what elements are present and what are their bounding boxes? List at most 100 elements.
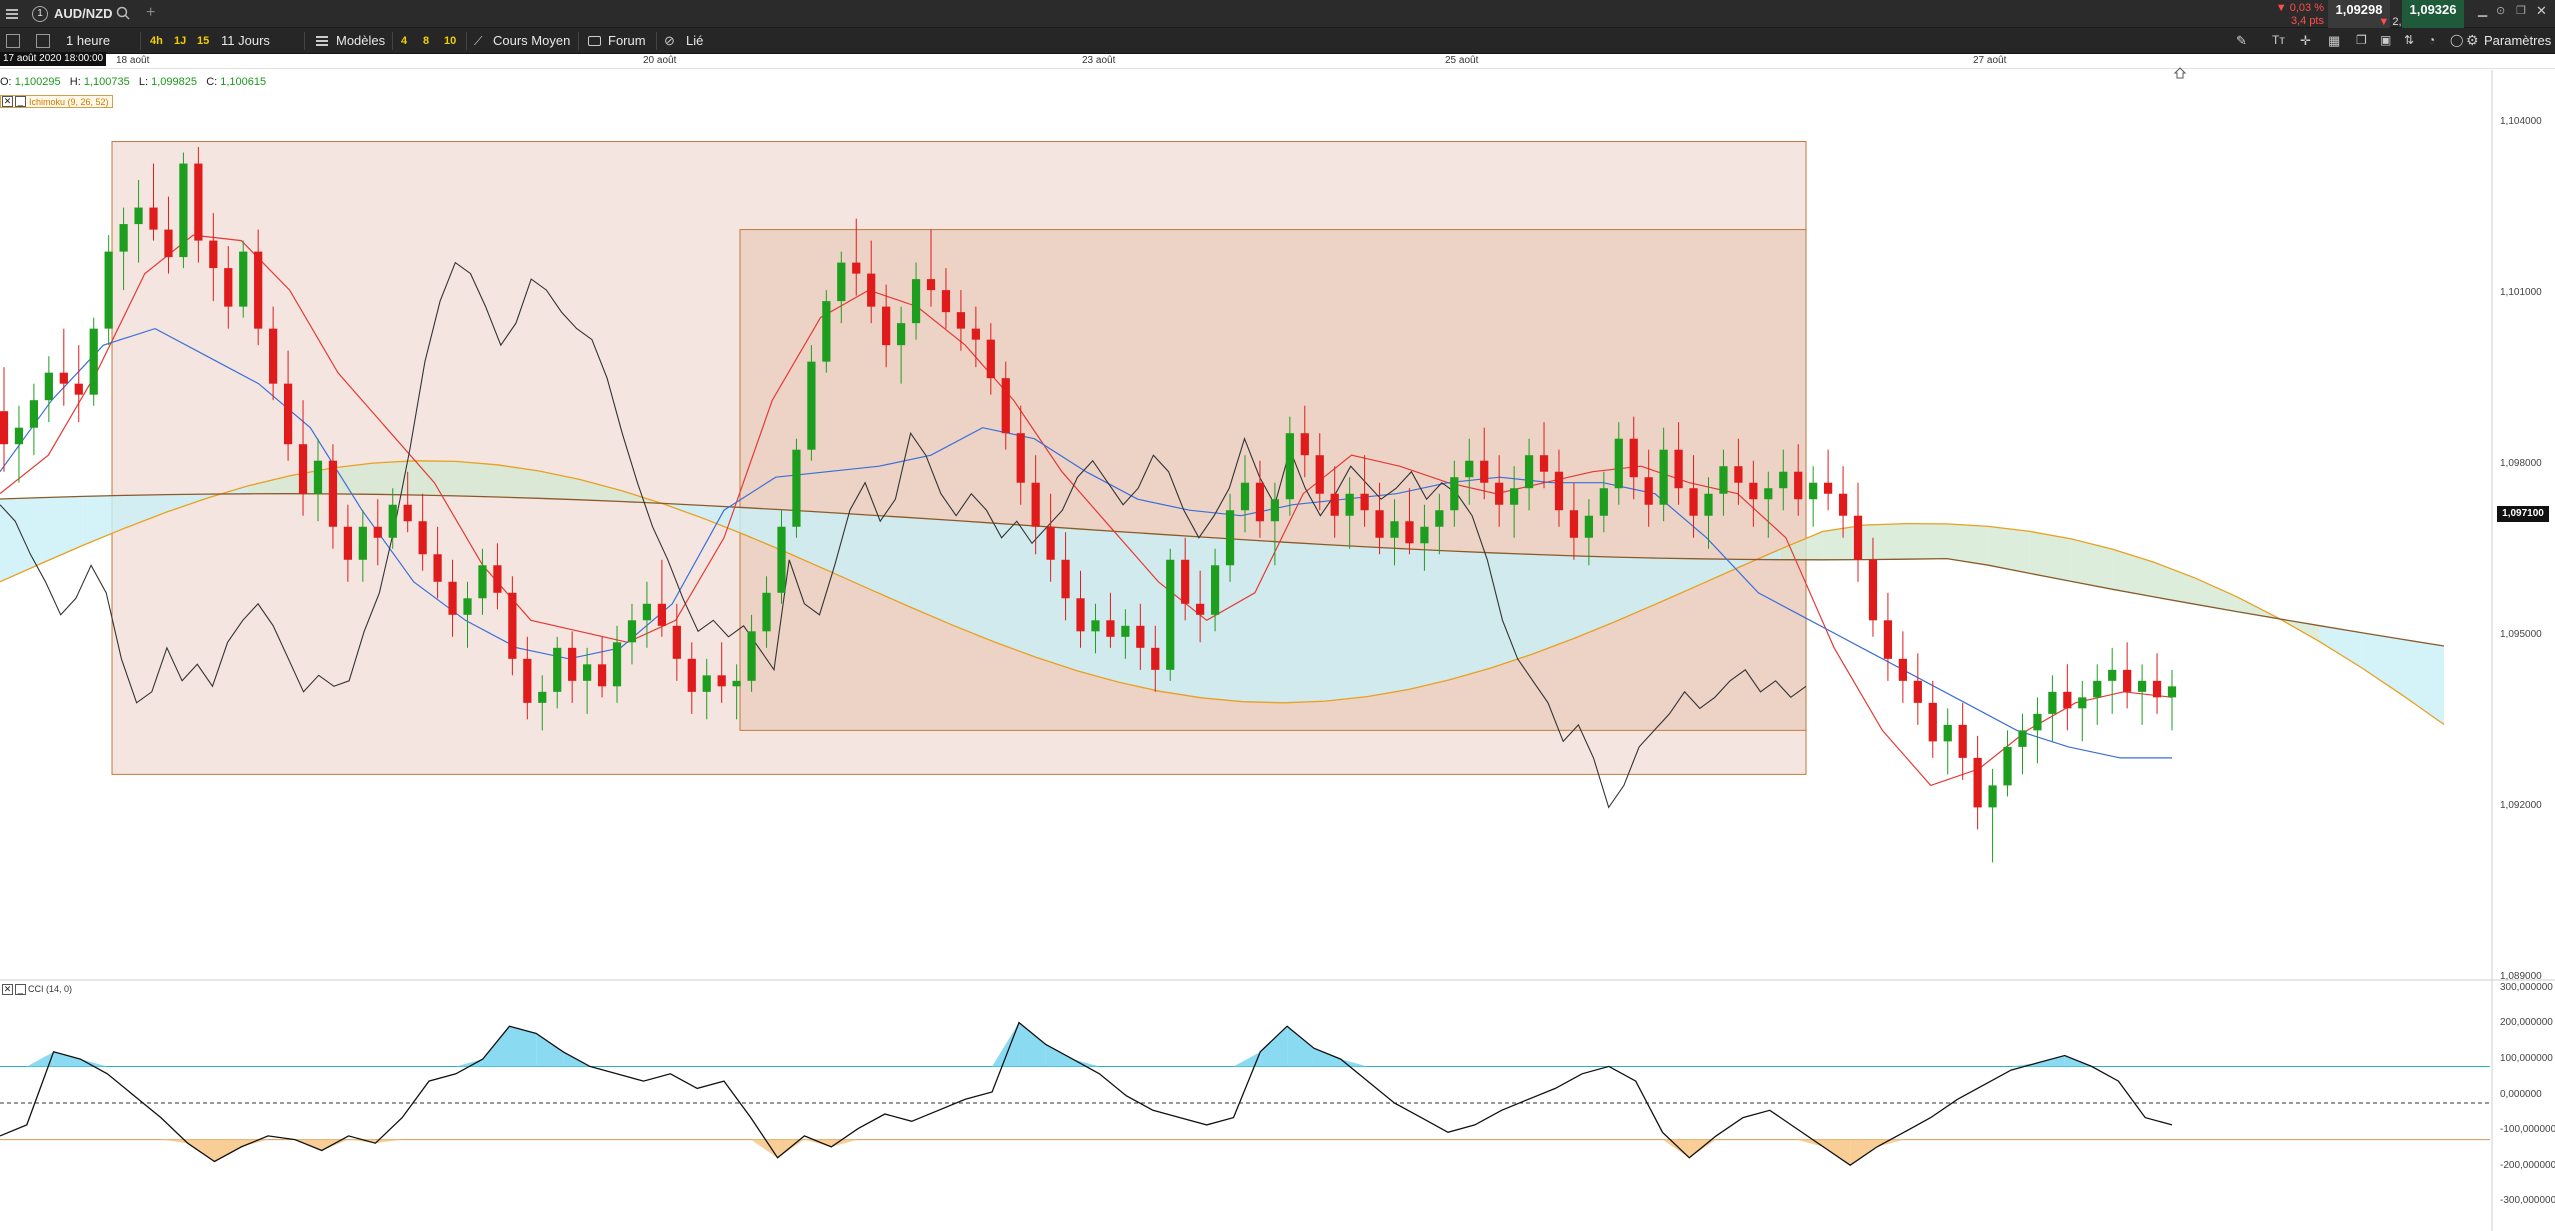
candle-body — [657, 603, 666, 626]
candle-body — [882, 306, 891, 346]
candle-body — [1300, 433, 1309, 456]
candle-body — [1883, 620, 1893, 659]
cci-oversold-fill — [831, 1139, 859, 1147]
candle-body — [1809, 482, 1818, 500]
last-price-marker: 1,097100 — [2497, 506, 2549, 522]
candle-body — [418, 521, 427, 555]
candle-body — [597, 664, 607, 687]
candle-body — [254, 251, 263, 329]
price-axis-label: 1,095000 — [2500, 629, 2542, 640]
cci-axis-label: 100,000000 — [2500, 1053, 2553, 1064]
ichimoku-minimize-icon[interactable]: _ — [15, 96, 26, 107]
candle-body — [717, 675, 726, 687]
candle-body — [2003, 746, 2012, 786]
cloud-segment — [2361, 632, 2403, 696]
candle-body — [1838, 493, 1848, 516]
cloud-segment — [2402, 639, 2444, 725]
candle-body — [941, 290, 951, 313]
candle-body — [1450, 477, 1459, 511]
highlight-rectangles — [111, 141, 1807, 775]
candle-body — [1016, 433, 1025, 483]
cci-oversold-fill — [214, 1139, 242, 1162]
cci-overbought-fill — [1233, 1051, 1261, 1067]
candle-body — [44, 372, 53, 401]
cci-minimize-icon[interactable]: _ — [15, 984, 26, 995]
close-label: C: — [206, 76, 218, 88]
ichimoku-close-icon[interactable]: ✕ — [2, 96, 13, 107]
candle-body — [508, 592, 517, 659]
candle-body — [523, 658, 532, 703]
candle-body — [2063, 691, 2072, 709]
candle-body — [1659, 449, 1668, 505]
candle-body — [463, 598, 472, 615]
candle-body — [1973, 757, 1982, 808]
candle-body — [269, 328, 278, 384]
cloud-segment — [1864, 523, 1906, 560]
candle-body — [1913, 680, 1922, 703]
candle-body — [1106, 620, 1115, 637]
candle-body — [1151, 647, 1160, 670]
candle-body — [0, 411, 9, 445]
candle-body — [672, 625, 681, 659]
cci-overbought-fill — [53, 1051, 81, 1067]
candle-body — [433, 554, 442, 582]
candle-body — [388, 504, 397, 538]
candle-body — [2167, 686, 2177, 698]
candle-body — [1928, 702, 1937, 742]
price-axis-label: 1,092000 — [2500, 800, 2542, 811]
candle-body — [867, 273, 876, 307]
candle-body — [1121, 625, 1130, 637]
cci-close-icon[interactable]: ✕ — [2, 984, 13, 995]
candle-body — [747, 631, 756, 681]
cci-overbought-fill — [1018, 1022, 1046, 1067]
candle-body — [1823, 482, 1833, 494]
cci-oversold-fill — [1662, 1139, 1690, 1158]
candle-body — [1345, 493, 1354, 516]
candle-body — [1898, 658, 1907, 681]
candle-body — [1136, 625, 1145, 648]
candle-body — [358, 526, 367, 560]
open-value: 1,100295 — [14, 76, 61, 88]
cloud-segment — [1532, 554, 1575, 654]
candle-body — [1360, 493, 1369, 511]
cci-overbought-fill — [1287, 1026, 1314, 1067]
candle-body — [1420, 526, 1429, 544]
candle-body — [2108, 669, 2117, 681]
cloud-segment — [2071, 538, 2113, 590]
cci-overbought-fill — [482, 1026, 510, 1067]
candle-body — [1001, 378, 1010, 434]
candle-body — [1061, 559, 1070, 599]
cci-overbought-fill — [455, 1059, 483, 1067]
candle-body — [194, 163, 203, 241]
candle-body — [1794, 471, 1803, 500]
cci-overbought-fill — [1072, 1059, 1100, 1067]
candle-body — [1270, 499, 1280, 522]
candle-body — [2033, 713, 2042, 731]
candle-body — [911, 279, 921, 324]
low-label: L: — [138, 76, 149, 88]
cloud-segment — [911, 517, 953, 626]
cci-overbought-fill — [80, 1059, 108, 1067]
cloud-segment — [2195, 578, 2237, 612]
candle-body — [119, 224, 128, 252]
candle-body — [837, 262, 846, 302]
price-axis-label: 1,089000 — [2500, 971, 2542, 982]
cci-overbought-fill — [1260, 1026, 1288, 1067]
candle-body — [807, 361, 816, 450]
trading-chart-app: 1 AUD/NZD + ▼ 0,03 % 3,4 pts 1,09298 ▼ 2… — [0, 0, 2555, 1231]
cloud-segment — [41, 496, 83, 564]
candle-body — [1734, 466, 1743, 483]
chart-canvas[interactable] — [0, 0, 2555, 1231]
candle-body — [822, 301, 831, 362]
candle-body — [328, 460, 338, 527]
candle-body — [1614, 438, 1623, 489]
cci-axis-label: -300,000000 — [2500, 1195, 2555, 1206]
candle-body — [2152, 680, 2162, 698]
candle-body — [1943, 724, 1952, 742]
candle-body — [1375, 510, 1384, 538]
high-value: 1,100735 — [83, 76, 130, 88]
candle-body — [971, 328, 980, 340]
candle-body — [777, 526, 786, 593]
candle-body — [2078, 697, 2087, 709]
candle-body — [403, 504, 412, 522]
